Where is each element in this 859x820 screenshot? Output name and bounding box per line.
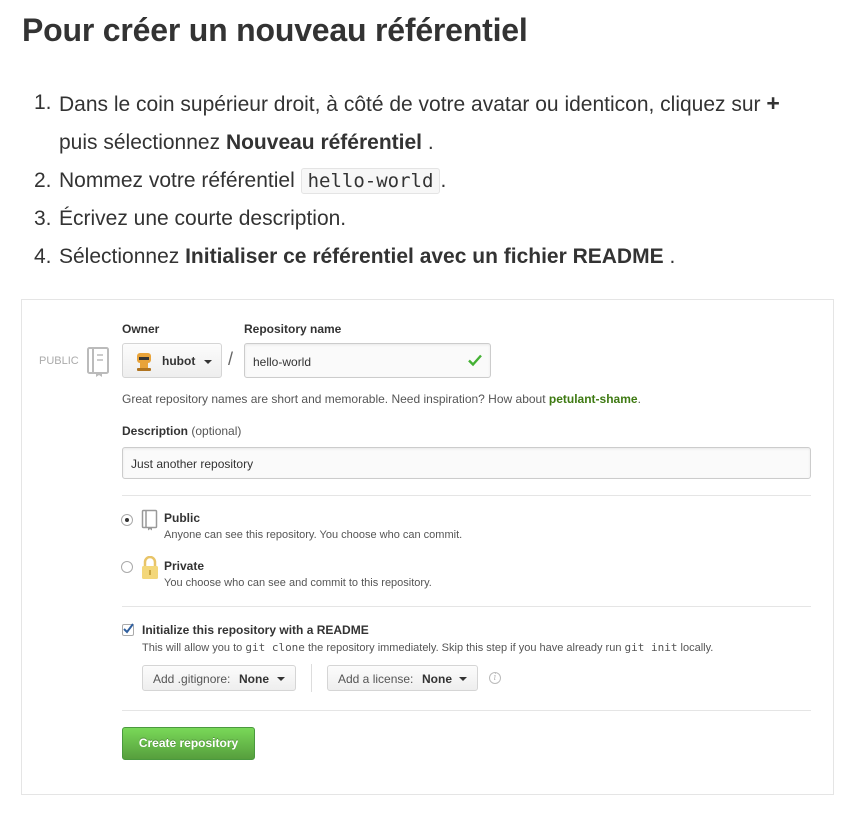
inline-code: git clone bbox=[245, 641, 305, 654]
gitignore-select[interactable]: Add .gitignore: None bbox=[142, 665, 296, 691]
step-text: Nommez votre référentiel bbox=[59, 169, 301, 192]
check-icon bbox=[467, 352, 483, 371]
init-readme-desc: This will allow you to git clone the rep… bbox=[142, 641, 713, 654]
hint-text: . bbox=[637, 392, 641, 406]
description-label-text: Description bbox=[122, 424, 189, 438]
step-text: Écrivez une courte description. bbox=[59, 207, 347, 230]
info-icon[interactable]: i bbox=[489, 672, 501, 684]
select-divider bbox=[311, 664, 312, 692]
step-bold-text: Initialiser ce référentiel avec un fichi… bbox=[185, 245, 664, 268]
step-text: Dans le coin supérieur droit, à côté de … bbox=[59, 93, 767, 116]
public-label: PUBLIC bbox=[39, 355, 79, 367]
owner-repo-separator: / bbox=[228, 349, 234, 369]
repo-name-value: hello-world bbox=[253, 355, 312, 369]
name-suggestion-link[interactable]: petulant-shame bbox=[549, 392, 638, 406]
step-text: puis sélectionnez bbox=[59, 131, 226, 154]
license-value: None bbox=[422, 672, 452, 686]
chevron-down-icon bbox=[204, 360, 212, 364]
hubot-avatar-icon bbox=[134, 351, 154, 374]
hint-text: Great repository names are short and mem… bbox=[122, 392, 549, 406]
plus-icon: + bbox=[766, 90, 780, 116]
chevron-down-icon bbox=[277, 677, 285, 681]
optional-hint: (optional) bbox=[191, 424, 242, 438]
private-radio[interactable] bbox=[121, 561, 133, 573]
divider bbox=[122, 710, 811, 711]
owner-label: Owner bbox=[122, 322, 160, 336]
step-number: 1. bbox=[34, 91, 52, 114]
lock-icon bbox=[141, 555, 159, 583]
init-readme-label: Initialize this repository with a README bbox=[142, 623, 369, 637]
private-option-desc: You choose who can see and commit to thi… bbox=[164, 577, 432, 589]
step-text: Sélectionnez bbox=[59, 245, 186, 268]
description-input[interactable]: Just another repository bbox=[122, 447, 811, 479]
list-item: 1. Dans le coin supérieur droit, à côté … bbox=[34, 84, 844, 162]
owner-select[interactable]: hubot bbox=[122, 343, 222, 378]
desc-text: the repository immediately. Skip this st… bbox=[304, 642, 625, 654]
repo-public-icon bbox=[141, 509, 159, 534]
step-text: . bbox=[440, 169, 447, 192]
license-select[interactable]: Add a license: None bbox=[327, 665, 478, 691]
desc-text: This will allow you to bbox=[142, 642, 246, 654]
checkmark-icon bbox=[123, 623, 134, 634]
public-option-desc: Anyone can see this repository. You choo… bbox=[164, 529, 463, 541]
new-repository-screenshot: Owner Repository name PUBLIC hubot / hel… bbox=[21, 299, 834, 795]
gitignore-value: None bbox=[239, 672, 269, 686]
list-item: 4. Sélectionnez Initialiser ce référenti… bbox=[34, 238, 844, 276]
repo-name-hint: Great repository names are short and mem… bbox=[122, 392, 641, 406]
gitignore-label: Add .gitignore: bbox=[153, 672, 231, 686]
private-option-title: Private bbox=[164, 559, 205, 573]
step-number: 3. bbox=[34, 207, 52, 230]
inline-code: git init bbox=[624, 641, 678, 654]
create-repository-button[interactable]: Create repository bbox=[122, 727, 255, 760]
license-label: Add a license: bbox=[338, 672, 414, 686]
public-radio[interactable] bbox=[121, 514, 133, 526]
repo-book-icon bbox=[86, 346, 112, 381]
step-text: . bbox=[663, 245, 676, 268]
chevron-down-icon bbox=[459, 677, 467, 681]
step-number: 2. bbox=[34, 169, 52, 192]
step-bold-text: Nouveau référentiel bbox=[225, 131, 423, 154]
init-readme-checkbox[interactable] bbox=[122, 623, 134, 636]
instruction-list: 1. Dans le coin supérieur droit, à côté … bbox=[34, 84, 844, 276]
step-number: 4. bbox=[34, 245, 52, 268]
public-option-title: Public bbox=[164, 511, 201, 525]
repo-name-label: Repository name bbox=[244, 322, 342, 336]
page-title: Pour créer un nouveau référentiel bbox=[22, 12, 528, 48]
repo-name-input[interactable]: hello-world bbox=[244, 343, 491, 378]
divider bbox=[122, 606, 811, 607]
description-value: Just another repository bbox=[131, 457, 254, 471]
divider bbox=[122, 495, 811, 496]
list-item: 3. Écrivez une courte description. bbox=[34, 200, 844, 238]
list-item: 2. Nommez votre référentiel hello-world. bbox=[34, 162, 844, 200]
owner-name: hubot bbox=[162, 354, 196, 368]
desc-text: locally. bbox=[677, 642, 714, 654]
inline-code: hello-world bbox=[300, 168, 441, 194]
step-text: . bbox=[422, 131, 434, 154]
description-label: Description (optional) bbox=[122, 424, 241, 438]
